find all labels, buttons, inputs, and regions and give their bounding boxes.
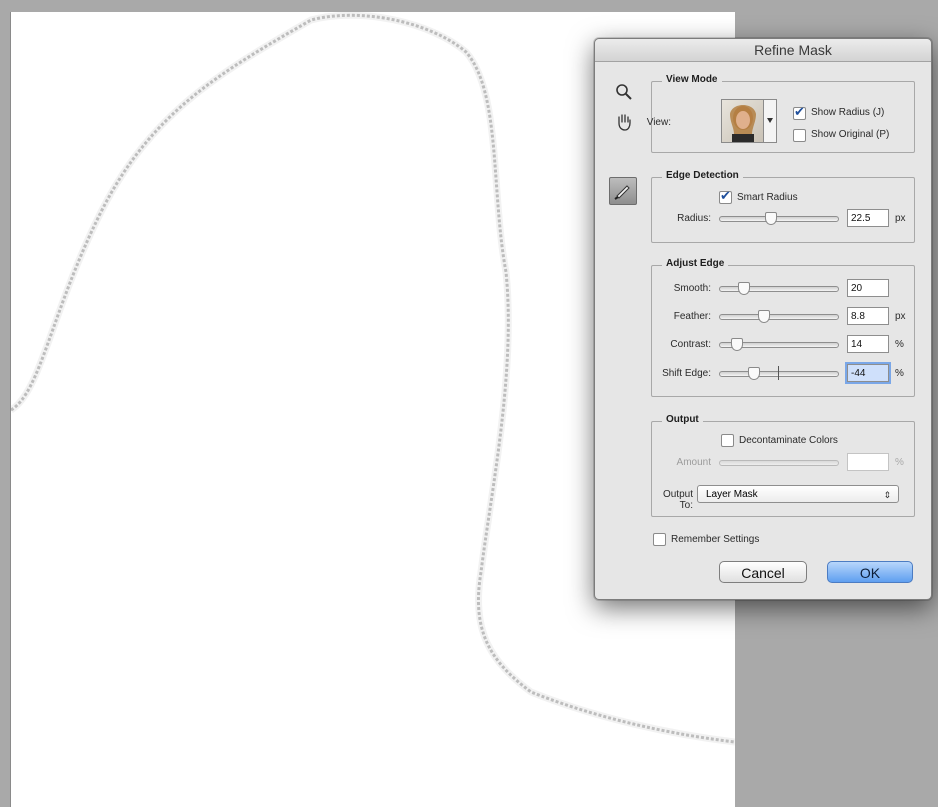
dialog-titlebar[interactable]: Refine Mask <box>595 39 931 62</box>
feather-label: Feather: <box>673 311 711 322</box>
select-arrows-icon: ⇕ <box>883 490 891 500</box>
contrast-slider[interactable] <box>719 338 839 351</box>
adjust-edge-title: Adjust Edge <box>662 258 729 269</box>
radius-slider-thumb[interactable] <box>765 212 777 225</box>
zoom-tool-icon[interactable] <box>613 81 635 103</box>
amount-label: Amount <box>676 457 711 468</box>
shift-edge-label: Shift Edge: <box>662 368 711 379</box>
ok-button[interactable]: OK <box>827 561 913 583</box>
shift-edge-unit: % <box>895 368 904 379</box>
smart-radius-checkbox[interactable] <box>719 188 732 204</box>
shift-edge-slider[interactable] <box>719 366 839 380</box>
decontaminate-colors-checkbox[interactable] <box>721 434 734 447</box>
radius-unit: px <box>895 213 906 224</box>
refine-mask-dialog: Refine Mask View Mode View: Show Radius … <box>594 38 932 600</box>
feather-slider[interactable] <box>719 310 839 323</box>
shift-edge-field[interactable]: -44 <box>847 364 889 382</box>
output-to-value: Layer Mask <box>706 489 758 500</box>
smart-radius-label: Smart Radius <box>737 192 798 203</box>
decontaminate-colors-label: Decontaminate Colors <box>739 435 838 446</box>
smooth-field[interactable]: 20 <box>847 279 889 297</box>
show-original-checkbox[interactable] <box>793 129 806 142</box>
cancel-button[interactable]: Cancel <box>719 561 807 583</box>
contrast-slider-thumb[interactable] <box>731 338 743 351</box>
remember-settings-label: Remember Settings <box>671 534 760 545</box>
radius-slider[interactable] <box>719 212 839 225</box>
feather-unit: px <box>895 311 906 322</box>
smooth-label: Smooth: <box>673 283 711 294</box>
view-mode-dropdown[interactable] <box>763 99 777 143</box>
show-original-label: Show Original (P) <box>811 129 890 140</box>
contrast-unit: % <box>895 339 904 350</box>
amount-slider <box>719 460 839 466</box>
amount-field <box>847 453 889 471</box>
dialog-title: Refine Mask <box>754 42 832 58</box>
view-label: View: <box>646 117 671 128</box>
edge-detection-title: Edge Detection <box>662 170 743 181</box>
feather-slider-thumb[interactable] <box>758 310 770 323</box>
view-preview-thumbnail[interactable] <box>721 99 765 143</box>
show-radius-label: Show Radius (J) <box>811 107 885 118</box>
output-to-label: Output To: <box>662 489 693 511</box>
contrast-label: Contrast: <box>670 339 711 350</box>
radius-label: Radius: <box>677 213 711 224</box>
radius-field[interactable]: 22.5 <box>847 209 889 227</box>
contrast-field[interactable]: 14 <box>847 335 889 353</box>
refine-radius-brush-icon[interactable] <box>609 177 637 205</box>
remember-settings-checkbox[interactable] <box>653 533 666 546</box>
output-to-select[interactable]: Layer Mask ⇕ <box>697 485 899 503</box>
shift-edge-center-tick <box>778 366 779 380</box>
smooth-slider-thumb[interactable] <box>738 282 750 295</box>
show-radius-checkbox[interactable] <box>793 104 806 120</box>
smooth-slider[interactable] <box>719 282 839 295</box>
shift-edge-slider-thumb[interactable] <box>748 367 760 380</box>
amount-unit: % <box>895 457 904 468</box>
output-title: Output <box>662 414 703 425</box>
feather-field[interactable]: 8.8 <box>847 307 889 325</box>
view-mode-title: View Mode <box>662 74 722 85</box>
